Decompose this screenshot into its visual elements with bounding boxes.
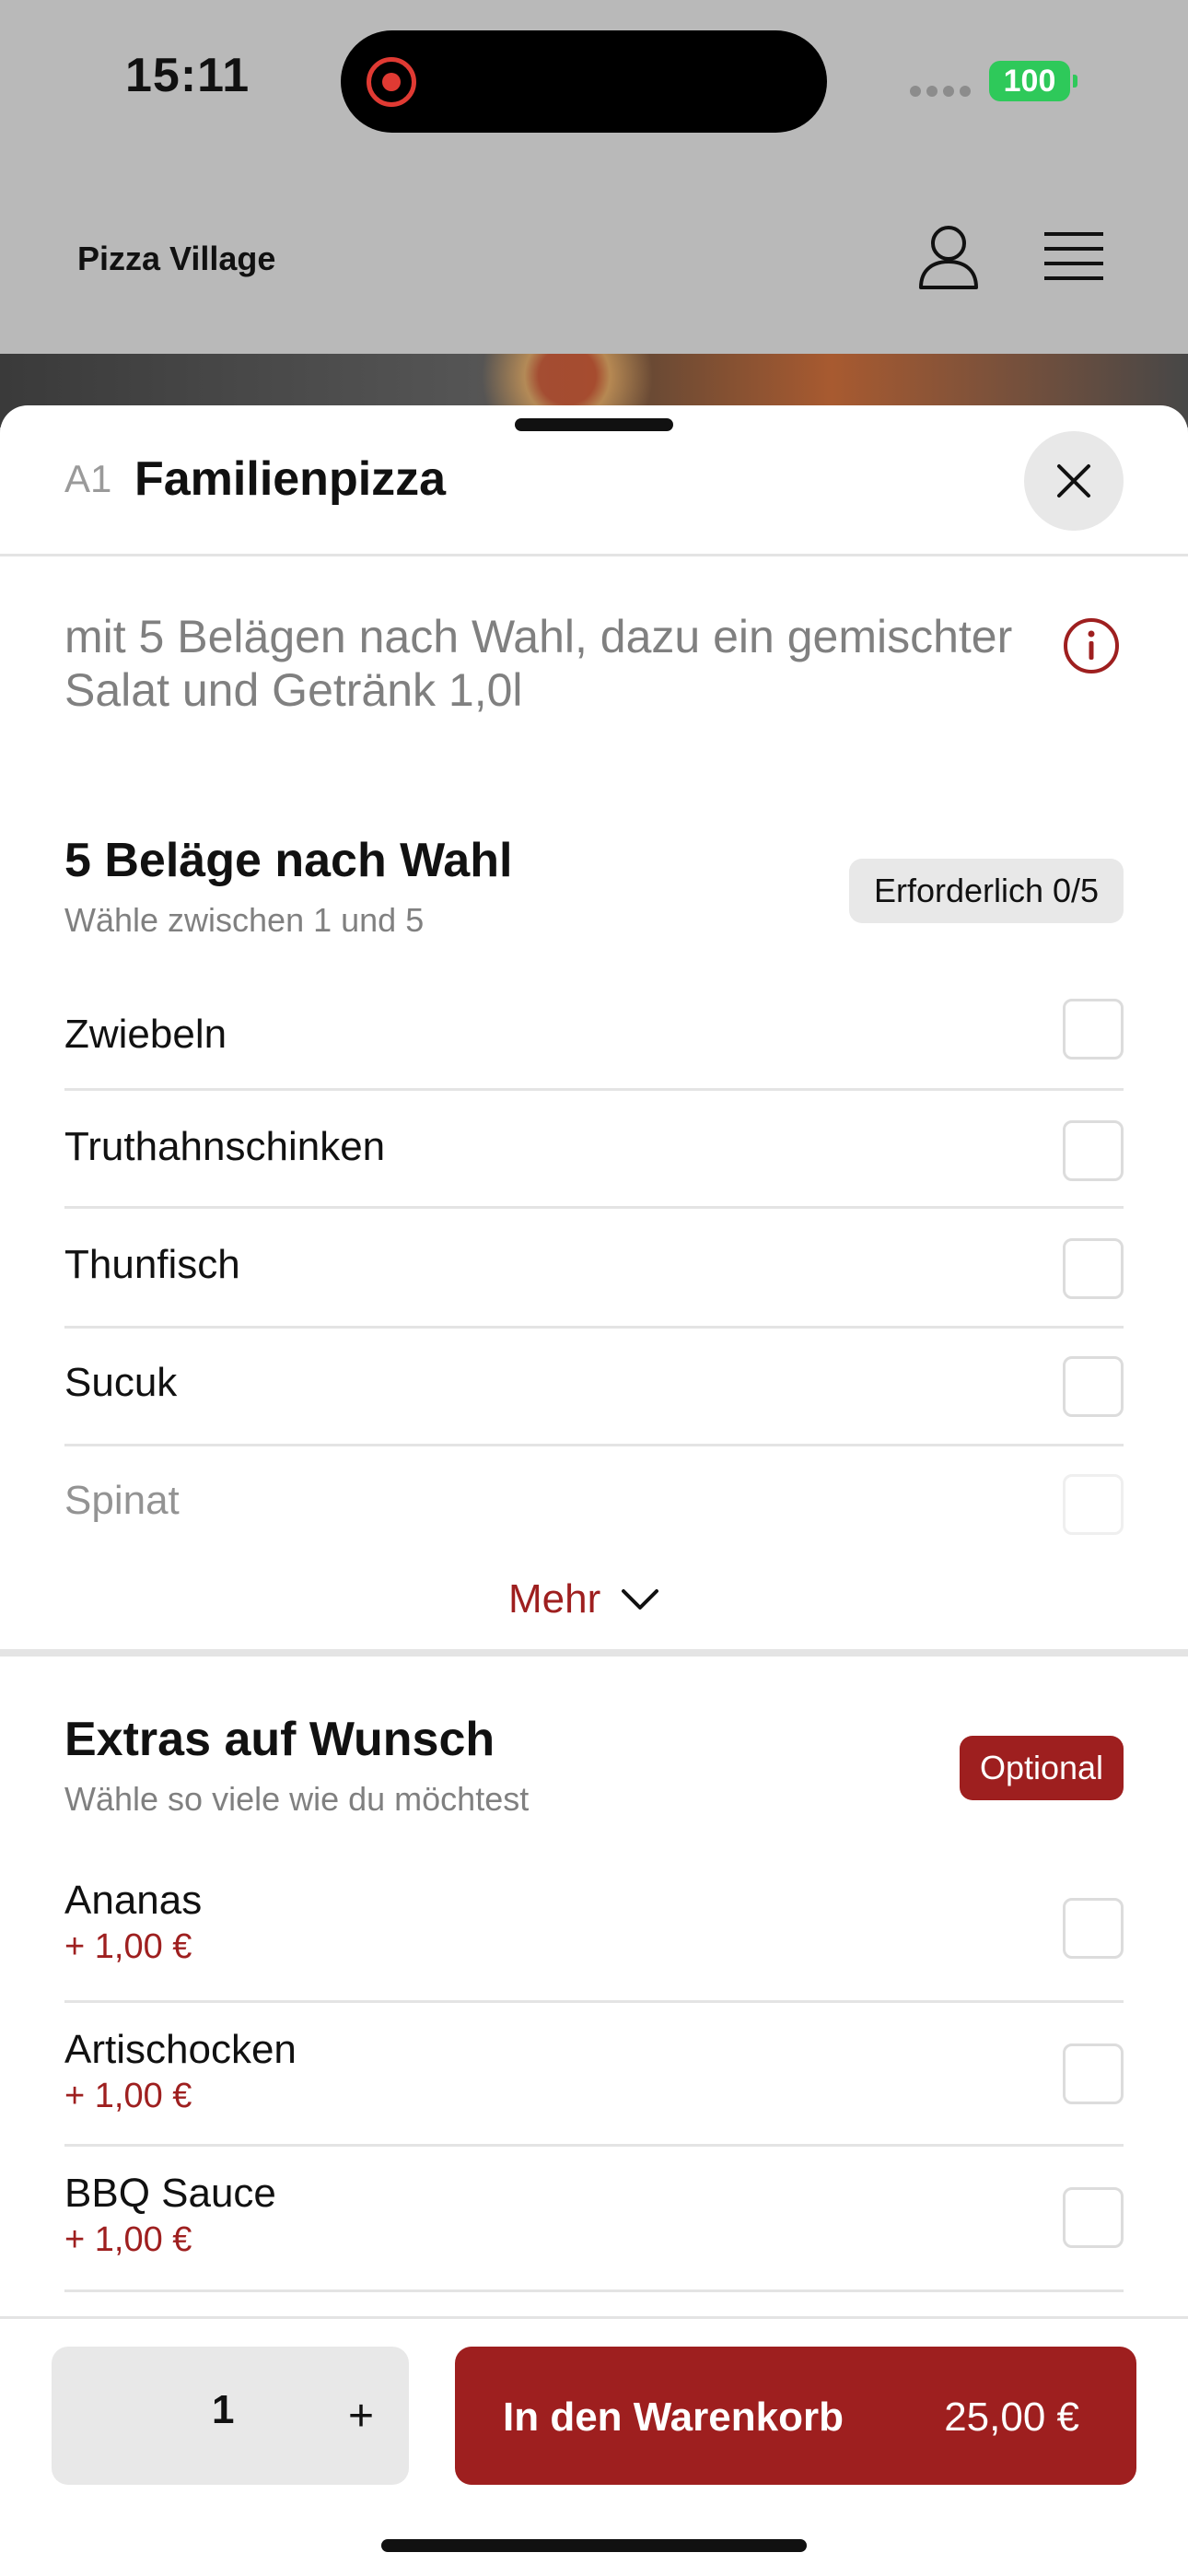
option-row[interactable]: Sucuk	[64, 1329, 1124, 1446]
item-title: Familienpizza	[134, 452, 447, 506]
extra-checkbox[interactable]	[1063, 2187, 1124, 2248]
signal-icon	[910, 86, 973, 97]
close-button[interactable]	[1024, 431, 1124, 531]
extra-row[interactable]: Artischocken + 1,00 €	[64, 2003, 1124, 2147]
extra-label: BBQ Sauce	[64, 2171, 276, 2216]
user-icon[interactable]	[917, 223, 980, 289]
total-price: 25,00 €	[944, 2395, 1079, 2440]
option-label: Sucuk	[64, 1360, 178, 1405]
more-label: Mehr	[508, 1576, 601, 1622]
optional-badge: Optional	[960, 1736, 1124, 1800]
required-badge: Erforderlich 0/5	[849, 859, 1124, 923]
app-header: Pizza Village	[0, 162, 1188, 354]
toppings-title: 5 Beläge nach Wahl	[64, 834, 513, 887]
more-button[interactable]: Mehr	[508, 1572, 659, 1627]
extra-row[interactable]: Ananas + 1,00 €	[64, 1854, 1124, 2003]
sheet-header: A1 Familienpizza	[0, 405, 1188, 556]
option-label: Truthahnschinken	[64, 1124, 386, 1169]
extra-checkbox[interactable]	[1063, 1898, 1124, 1959]
menu-icon[interactable]	[1044, 230, 1103, 282]
extra-price: + 1,00 €	[64, 2220, 192, 2259]
add-to-cart-button[interactable]: In den Warenkorb 25,00 €	[455, 2347, 1136, 2485]
plus-button[interactable]: +	[333, 2380, 389, 2453]
section-divider	[0, 1649, 1188, 1657]
option-checkbox[interactable]	[1063, 1474, 1124, 1535]
option-checkbox[interactable]	[1063, 1120, 1124, 1181]
recording-icon	[367, 57, 416, 107]
option-row[interactable]: Spinat	[64, 1446, 1124, 1548]
extra-price: + 1,00 €	[64, 2077, 192, 2115]
chevron-down-icon	[622, 1589, 659, 1610]
option-checkbox[interactable]	[1063, 999, 1124, 1060]
option-row[interactable]: Truthahnschinken	[64, 1091, 1124, 1209]
option-label: Zwiebeln	[64, 1012, 227, 1057]
option-checkbox[interactable]	[1063, 1238, 1124, 1299]
item-code: A1	[64, 457, 112, 500]
quantity-value: 1	[212, 2387, 235, 2432]
extra-checkbox[interactable]	[1063, 2043, 1124, 2104]
add-to-cart-label: In den Warenkorb	[503, 2395, 844, 2440]
brand-name[interactable]: Pizza Village	[77, 240, 275, 278]
extra-row[interactable]: BBQ Sauce + 1,00 €	[64, 2147, 1124, 2292]
toppings-subtitle: Wähle zwischen 1 und 5	[64, 901, 425, 939]
option-label: Spinat	[64, 1478, 180, 1523]
option-checkbox[interactable]	[1063, 1356, 1124, 1417]
option-label: Thunfisch	[64, 1242, 240, 1287]
extra-price: + 1,00 €	[64, 1927, 192, 1966]
close-icon	[1057, 464, 1090, 498]
quantity-stepper[interactable]: 1 +	[52, 2347, 409, 2485]
item-description: mit 5 Belägen nach Wahl, dazu ein gemisc…	[64, 611, 1013, 716]
extra-label: Ananas	[64, 1878, 203, 1923]
info-icon[interactable]	[1063, 617, 1120, 674]
battery-icon: 100	[989, 61, 1077, 101]
home-indicator[interactable]	[381, 2539, 807, 2552]
status-time: 15:11	[125, 49, 250, 102]
status-bar: 15:11 100	[0, 0, 1188, 162]
product-sheet: A1 Familienpizza mit 5 Belägen nach Wahl…	[0, 405, 1188, 2576]
option-row[interactable]: Thunfisch	[64, 1209, 1124, 1329]
dynamic-island	[341, 30, 827, 133]
extra-label: Artischocken	[64, 2027, 297, 2072]
extras-title: Extras auf Wunsch	[64, 1713, 495, 1766]
option-row[interactable]: Zwiebeln	[64, 967, 1124, 1091]
cart-bar: 1 + In den Warenkorb 25,00 €	[0, 2316, 1188, 2576]
extras-subtitle: Wähle so viele wie du möchtest	[64, 1780, 530, 1818]
